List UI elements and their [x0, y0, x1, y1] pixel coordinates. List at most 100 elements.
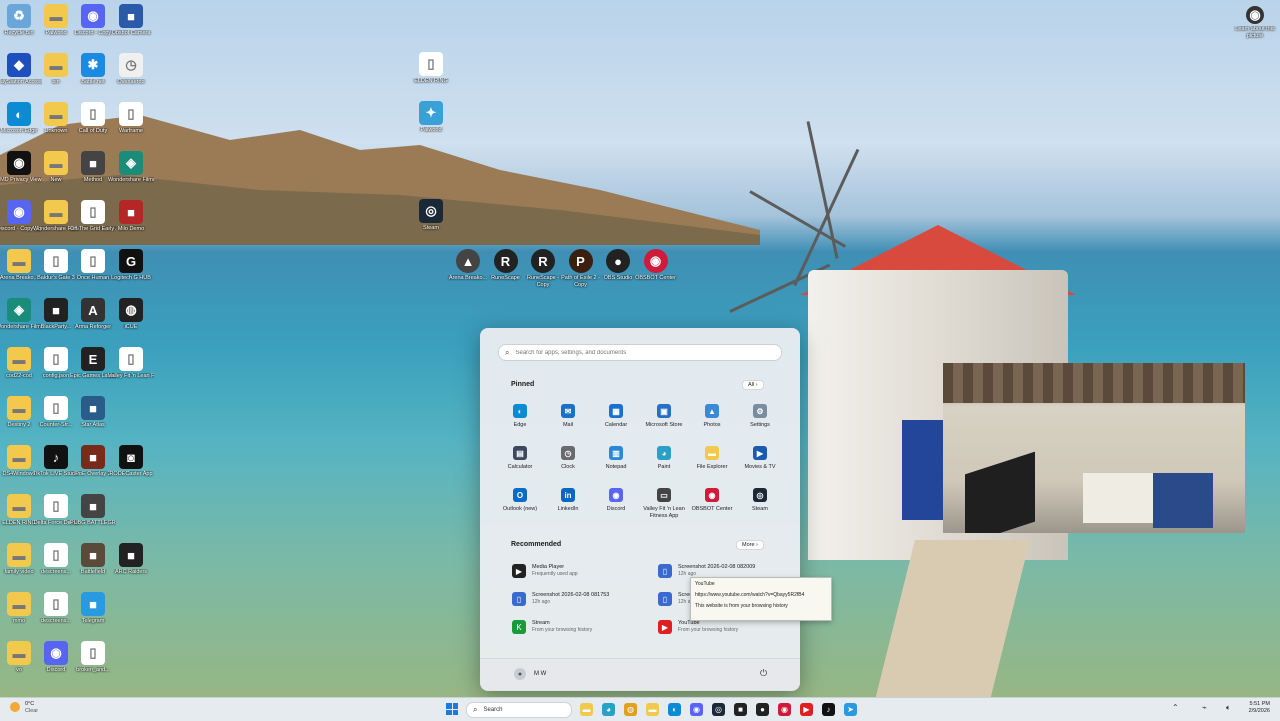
desktop-icon[interactable]: ■ Star Atlas	[70, 396, 116, 429]
desktop-icon-label: Telegram	[81, 618, 105, 624]
desktop-icon[interactable]: ◷ Overlaerdo	[108, 53, 154, 86]
recommended-item[interactable]: ▶ Media Player Frequently used app	[512, 564, 578, 578]
desktop-icon-label: PUBG BATTLEGR...	[70, 520, 116, 526]
file-icon: ▯	[658, 592, 672, 606]
pinned-app-label: Microsoft Store	[645, 422, 683, 428]
steam-icon[interactable]: ◎	[712, 703, 725, 716]
desktop-shortcut[interactable]: ◉ OBSBOT Center	[633, 249, 679, 282]
user-avatar[interactable]: ●	[514, 668, 526, 680]
pinned-app[interactable]: ▬ File Explorer	[688, 446, 736, 471]
pinned-app[interactable]: ▲ Photos	[688, 404, 736, 429]
pinned-app-label: Movies & TV	[744, 464, 776, 470]
steam-icon: ◎	[753, 488, 767, 502]
youtube-icon[interactable]: ▶	[800, 703, 813, 716]
desktop-icon[interactable]: ▯ Warframe	[108, 102, 154, 135]
desktop-icon[interactable]: ■ Telegram	[70, 592, 116, 625]
start-search-box[interactable]: ⌕	[498, 344, 782, 361]
youtube-icon: ▶	[658, 620, 672, 634]
recommended-item[interactable]: K Stream From your browsing history	[512, 620, 592, 634]
app-icon[interactable]: ■	[734, 703, 747, 716]
weather-temp[interactable]: 0°C	[25, 701, 34, 708]
folder-icon: ▬	[7, 494, 31, 518]
logitech-icon: G	[119, 249, 143, 273]
pinned-app[interactable]: ⚙ Settings	[736, 404, 784, 429]
pinned-app[interactable]: ▤ Calculator	[496, 446, 544, 471]
desktop-icon-label: Valley Fit 'n Lean Fitness...	[108, 373, 154, 379]
file-explorer-icon[interactable]: ▬	[580, 703, 593, 716]
tiktok-icon[interactable]: ♪	[822, 703, 835, 716]
desktop-icon-label: ELDEN RING	[414, 78, 448, 84]
desktop-icon[interactable]: ◙ RODECaster App	[108, 445, 154, 478]
pinned-app[interactable]: ◷ Clock	[544, 446, 592, 471]
tray-chevron-icon[interactable]: ⌃	[1172, 703, 1179, 712]
obs-icon[interactable]: ●	[756, 703, 769, 716]
desktop-icon[interactable]: ■ Milo Demo	[108, 200, 154, 233]
desktop-icon[interactable]: ✦ Palworld	[408, 101, 454, 134]
folder-icon: ▬	[44, 200, 68, 224]
runescape-icon: R	[531, 249, 555, 273]
folder-icon[interactable]: ▬	[646, 703, 659, 716]
epic-icon: E	[81, 347, 105, 371]
clock-time[interactable]: 5:51 PM	[1240, 701, 1270, 708]
desktop-icon[interactable]: ■ Obsbot Camera	[108, 4, 154, 37]
playstation-icon: ◆	[7, 53, 31, 77]
user-bar: ● M W ⏻	[480, 658, 800, 691]
volume-icon[interactable]: 🔈︎	[1226, 703, 1231, 713]
recommended-item[interactable]: ▶ YouTube From your browsing history	[658, 620, 738, 634]
network-icon[interactable]: ⌁	[1202, 703, 1207, 712]
file-icon: ▯	[119, 347, 143, 371]
fitness-icon: ▭	[657, 488, 671, 502]
more-button[interactable]: More ›	[736, 540, 764, 550]
pinned-app[interactable]: ▶ Movies & TV	[736, 446, 784, 471]
pinned-app[interactable]: ◐ Edge	[496, 404, 544, 429]
palworld-icon: ✦	[419, 101, 443, 125]
power-icon[interactable]: ⏻	[760, 668, 767, 679]
chrome-icon[interactable]: ◍	[624, 703, 637, 716]
user-name[interactable]: M W	[534, 671, 546, 677]
pinned-app[interactable]: ▥ Notepad	[592, 446, 640, 471]
recommended-item[interactable]: ▯ Screenshot 2026-02-08 082009 12h ago	[658, 564, 755, 578]
all-apps-button[interactable]: All ›	[742, 380, 764, 390]
obsbot-icon[interactable]: ◉	[778, 703, 791, 716]
desktop-icon[interactable]: ▯ ELDEN RING	[408, 52, 454, 85]
desktop-icon[interactable]: ▯ broken_and...	[70, 641, 116, 674]
taskbar-search[interactable]: ⌕ Search	[466, 702, 572, 718]
recommended-text: Screenshot 2026-02-08 082009 12h ago	[678, 564, 755, 578]
desktop-icon[interactable]: ■ ARC Raiders	[108, 543, 154, 576]
pinned-app[interactable]: ▦ Calendar	[592, 404, 640, 429]
recommended-item[interactable]: ▯ Screenshot 2026-02-08 081753 12h ago	[512, 592, 609, 606]
pinned-app[interactable]: in LinkedIn	[544, 488, 592, 513]
desktop-icon[interactable]: G Logitech G HUB	[108, 249, 154, 282]
desktop-icon[interactable]: ◎ Steam	[408, 199, 454, 232]
start-search-input[interactable]	[513, 348, 768, 357]
search-icon: ⌕	[473, 705, 478, 714]
desktop-icon[interactable]: ■ PUBG BATTLEGR...	[70, 494, 116, 527]
discord-icon[interactable]: ◉	[690, 703, 703, 716]
recommended-title: Screenshot 2026-02-08 081753	[532, 592, 610, 598]
pinned-app[interactable]: ◕ Paint	[640, 446, 688, 471]
pinned-app[interactable]: ✉ Mail	[544, 404, 592, 429]
desktop-icon[interactable]: ◍ iCUE	[108, 298, 154, 331]
desktop-icon-label: Star Atlas	[81, 422, 105, 428]
pinned-app[interactable]: ◉ OBSBOT Center	[688, 488, 736, 513]
telegram-icon[interactable]: ➤	[844, 703, 857, 716]
webcam-flag	[1153, 473, 1213, 528]
weather-icon[interactable]	[10, 702, 20, 712]
clock-date[interactable]: 2/9/2026	[1240, 708, 1270, 715]
paint-icon: ◕	[657, 446, 671, 460]
weather-desc[interactable]: Clear	[25, 708, 38, 715]
recommended-title: Recommended	[511, 541, 562, 548]
tooltip-url: https://www.youtube.com/watch?v=Qbayy5R2…	[695, 592, 805, 598]
photos-icon: ▲	[705, 404, 719, 418]
pinned-app[interactable]: ◉ Discord	[592, 488, 640, 513]
paint-icon[interactable]: ◕	[602, 703, 615, 716]
desktop-icon[interactable]: ▯ Valley Fit 'n Lean Fitness...	[108, 347, 154, 380]
pinned-app[interactable]: O Outlook (new)	[496, 488, 544, 513]
start-button[interactable]	[446, 703, 458, 715]
desktop-icon[interactable]: ◈ Wondershare Filmora 14	[108, 151, 154, 184]
pinned-app[interactable]: ◎ Steam	[736, 488, 784, 513]
pinned-app[interactable]: ▭ Valley Fit 'n Lean Fitness App	[640, 488, 688, 520]
pinned-app[interactable]: ▣ Microsoft Store	[640, 404, 688, 429]
learn-about-picture[interactable]: ◉ Learn about this picture	[1232, 6, 1278, 40]
edge-icon[interactable]: ◐	[668, 703, 681, 716]
